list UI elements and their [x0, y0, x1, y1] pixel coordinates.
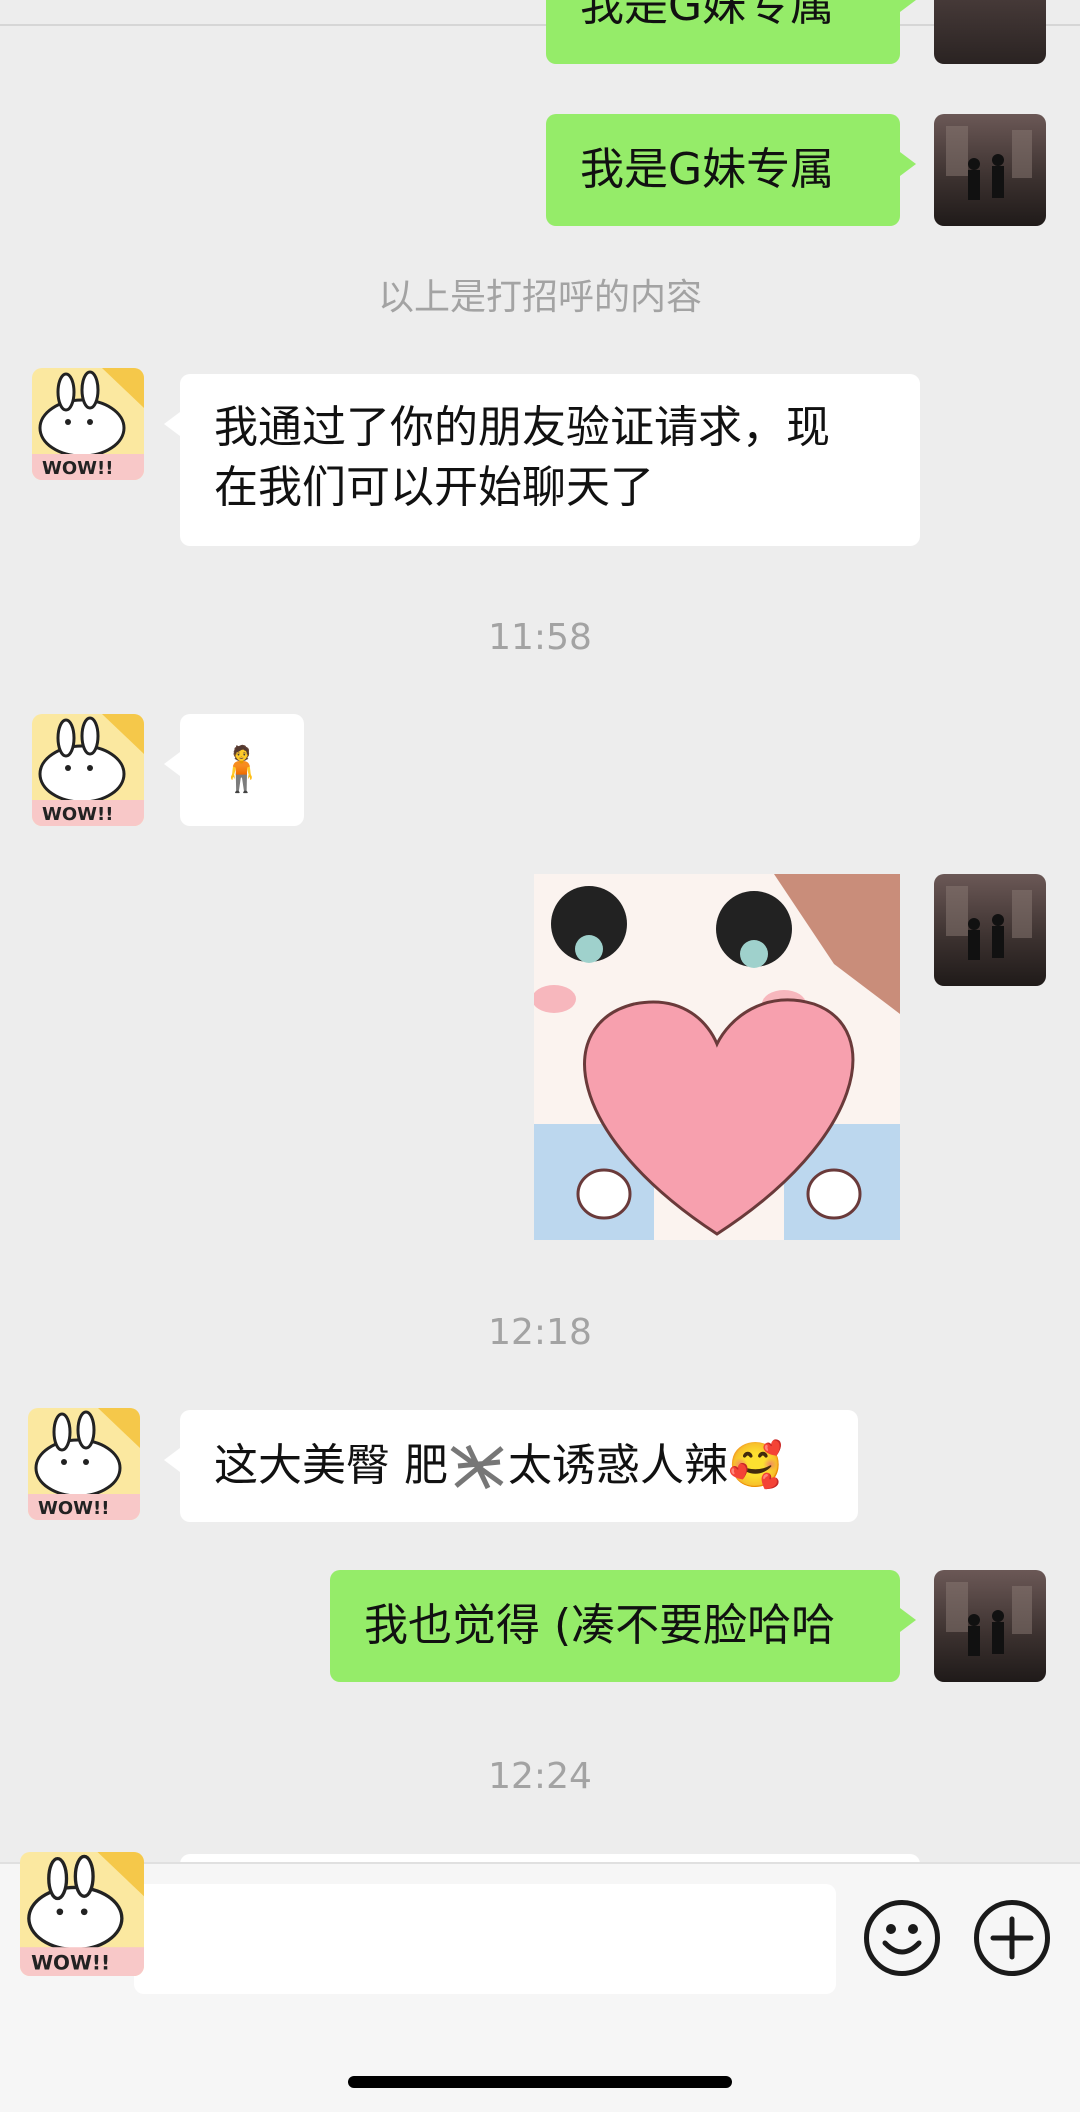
contact-avatar[interactable]: WOW!!: [20, 1852, 144, 1976]
chat-bubble-outgoing[interactable]: 我是G妹专属: [546, 0, 916, 64]
top-divider: [0, 24, 1080, 26]
chat-bubble-incoming[interactable]: 🧍: [164, 714, 304, 826]
smiley-face-icon: [882, 1924, 922, 1955]
system-note: 以上是打招呼的内容: [377, 277, 702, 318]
my-avatar[interactable]: [934, 114, 1046, 226]
svg-text:WOW!!: WOW!!: [38, 1498, 109, 1519]
chat-bubble-outgoing[interactable]: 我也觉得 (凑不要脸哈哈: [330, 1570, 916, 1682]
contact-avatar[interactable]: WOW!!: [32, 368, 144, 480]
chat-bubble-incoming[interactable]: 我通过了你的朋友验证请求，现 在我们可以开始聊天了: [164, 374, 920, 546]
timestamp: 12:24: [488, 1756, 592, 1797]
plus-circle-icon: [990, 1916, 1034, 1960]
timestamp: 11:58: [488, 617, 592, 658]
svg-text:WOW!!: WOW!!: [42, 804, 113, 825]
my-avatar[interactable]: [934, 0, 1046, 64]
chat-bubble-incoming[interactable]: 这大美臀 肥太诱惑人辣🥰: [164, 1410, 858, 1522]
chat-bubble-outgoing[interactable]: 我是G妹专属: [546, 114, 916, 226]
emoji-button[interactable]: [864, 1900, 940, 1976]
my-avatar[interactable]: [934, 1570, 1046, 1682]
timestamp: 12:18: [488, 1312, 592, 1353]
home-indicator: [348, 2076, 732, 2088]
contact-avatar[interactable]: WOW!!: [32, 714, 144, 826]
svg-text:WOW!!: WOW!!: [42, 458, 113, 479]
message-input[interactable]: [134, 1884, 836, 1994]
scribble-mark: [448, 1444, 508, 1490]
more-button[interactable]: [974, 1900, 1050, 1976]
my-avatar[interactable]: [934, 874, 1046, 986]
svg-text:WOW!!: WOW!!: [31, 1951, 110, 1974]
contact-avatar[interactable]: WOW!!: [28, 1408, 140, 1520]
sticker-image[interactable]: [532, 874, 900, 1240]
